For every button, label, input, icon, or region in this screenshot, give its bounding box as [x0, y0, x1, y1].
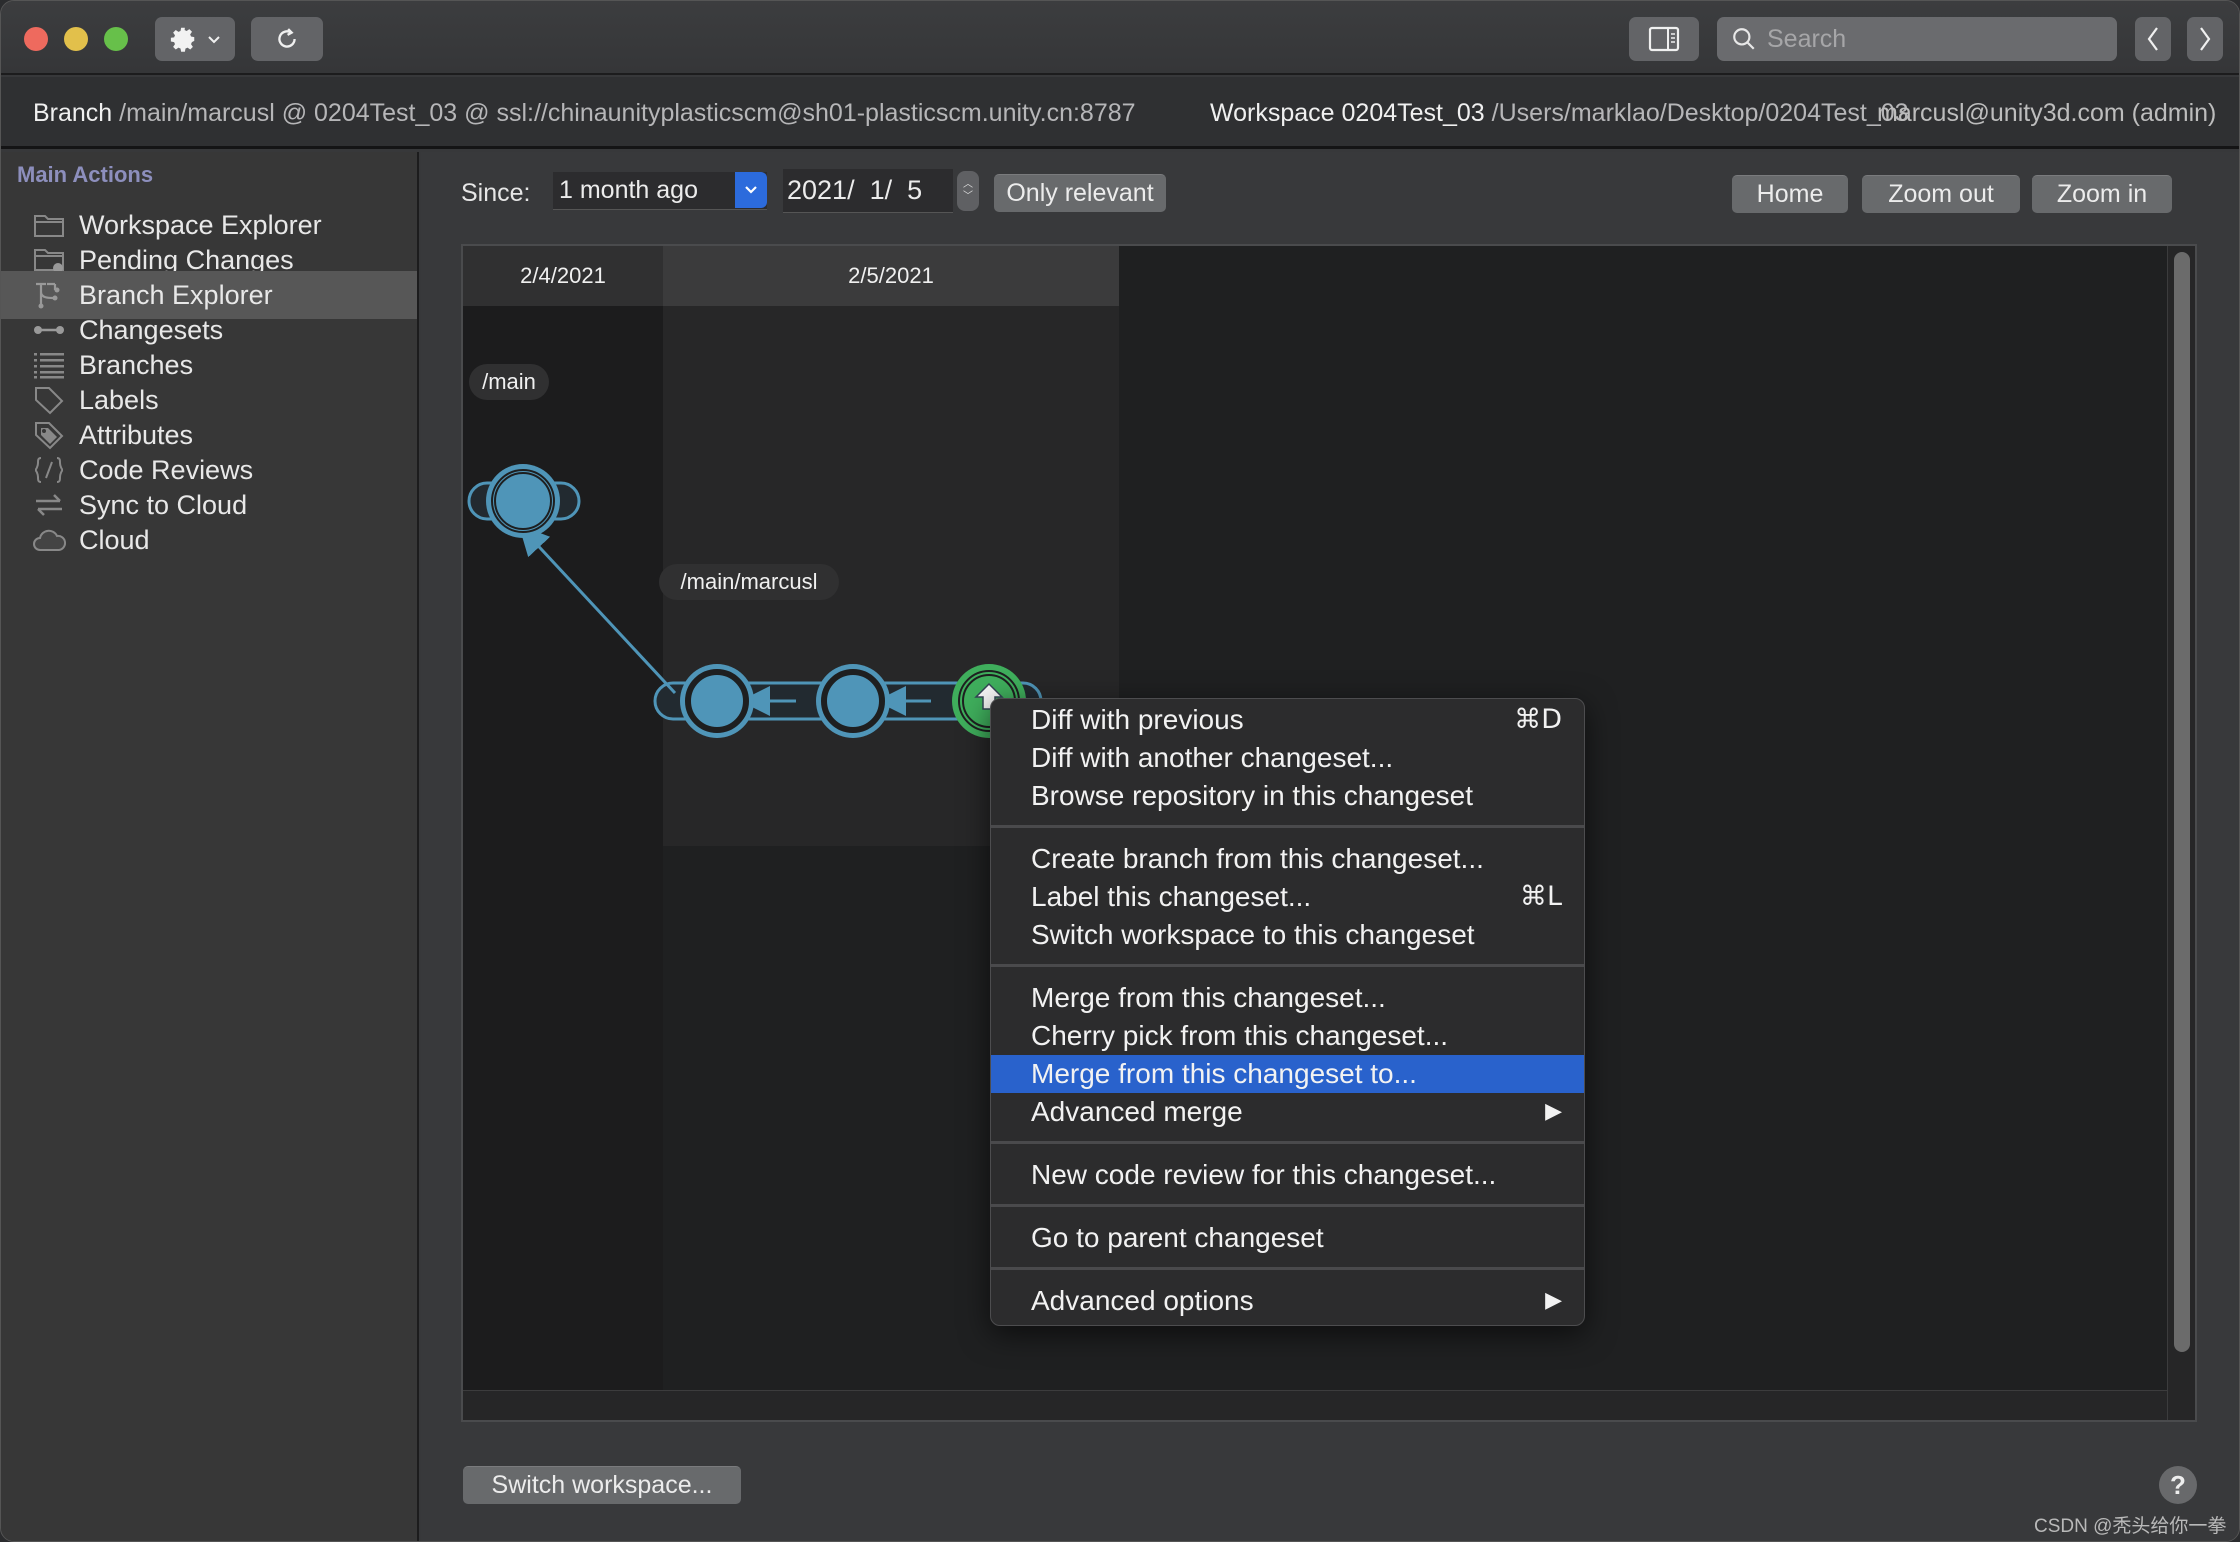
since-label: Since: [461, 179, 531, 207]
search-field[interactable] [1717, 17, 2117, 61]
submenu-arrow-icon: ▶ [1545, 1288, 1562, 1313]
menu-item-cherry-pick[interactable]: Cherry pick from this changeset... [991, 1017, 1584, 1055]
menu-item-label: Browse repository in this changeset [1031, 780, 1473, 811]
menu-item-browse-repository[interactable]: Browse repository in this changeset [991, 777, 1584, 815]
back-button[interactable] [2135, 17, 2171, 61]
menu-separator [991, 1141, 1584, 1144]
stepper-down-icon[interactable]: ﹀ [963, 191, 973, 203]
menu-item-diff-with-previous[interactable]: Diff with previous ⌘D [991, 701, 1584, 739]
watermark: CSDN @秃头给你一拳 [2034, 1516, 2227, 1537]
menu-item-create-branch[interactable]: Create branch from this changeset... [991, 840, 1584, 878]
menu-item-label: Go to parent changeset [1031, 1222, 1324, 1253]
menu-item-label: Label this changeset... [1031, 881, 1312, 912]
gear-icon [170, 27, 195, 52]
menu-item-label: Cherry pick from this changeset... [1031, 1020, 1449, 1051]
menu-item-label: Advanced options [1031, 1285, 1254, 1316]
menu-item-diff-with-another[interactable]: Diff with another changeset... [991, 739, 1584, 777]
close-window-button[interactable] [24, 27, 48, 51]
refresh-icon [278, 28, 296, 48]
vertical-scrollbar-thumb[interactable] [2174, 252, 2190, 1352]
workspace-info: Workspace 0204Test_03 /Users/marklao/Des… [1210, 99, 1909, 128]
menu-item-switch-workspace[interactable]: Switch workspace to this changeset [991, 916, 1584, 954]
menu-item-label-changeset[interactable]: Label this changeset... ⌘L [991, 878, 1584, 916]
branch-info: Branch /main/marcusl @ 0204Test_03 @ ssl… [33, 99, 1136, 128]
menu-separator [991, 1267, 1584, 1270]
user-info: marcusl@unity3d.com (admin) [1877, 99, 2217, 127]
since-date-field[interactable]: 2021/ 1/ 5 [783, 169, 953, 213]
refresh-button[interactable] [251, 17, 323, 61]
cloud-icon [31, 522, 67, 558]
chevron-down-icon [745, 186, 757, 194]
menu-separator [991, 1204, 1584, 1207]
settings-menu-button[interactable] [155, 17, 235, 61]
search-icon [1733, 28, 1755, 50]
sidebar-item-label: Cloud [79, 524, 150, 555]
sidebar-header: Main Actions [17, 162, 154, 187]
menu-item-label: Switch workspace to this changeset [1031, 919, 1475, 950]
title-bar [1, 1, 2239, 75]
menu-item-label: Diff with previous [1031, 704, 1244, 735]
menu-item-label: Advanced merge [1031, 1096, 1243, 1127]
branch-label-main[interactable]: /main [469, 364, 549, 400]
menu-item-merge-from[interactable]: Merge from this changeset... [991, 979, 1584, 1017]
workspace-label: Workspace 0204Test_03 [1210, 99, 1485, 127]
menu-item-new-code-review[interactable]: New code review for this changeset... [991, 1156, 1584, 1194]
workspace-path: /Users/marklao/Desktop/0204Test_03 [1491, 99, 1909, 127]
sidebar-toggle-icon [1648, 26, 1680, 52]
menu-separator [991, 964, 1584, 967]
forward-button[interactable] [2187, 17, 2223, 61]
stepper-up-icon[interactable]: ︿ [963, 179, 973, 191]
switch-workspace-button[interactable]: Switch workspace... [463, 1466, 741, 1504]
changeset-node[interactable] [486, 464, 560, 538]
menu-item-merge-from-to[interactable]: Merge from this changeset to... [991, 1055, 1584, 1093]
chevron-left-icon [2147, 27, 2158, 51]
chevron-right-icon [2200, 27, 2211, 51]
menu-item-advanced-merge[interactable]: Advanced merge ▶ [991, 1093, 1584, 1131]
changeset-node[interactable] [680, 664, 754, 738]
chevron-down-icon [208, 36, 220, 44]
menu-item-label: New code review for this changeset... [1031, 1159, 1497, 1190]
menu-shortcut: ⌘L [1519, 881, 1562, 912]
changeset-node[interactable] [816, 664, 890, 738]
branch-label: Branch [33, 99, 113, 127]
since-dropdown-arrow[interactable] [735, 172, 767, 208]
menu-item-go-to-parent[interactable]: Go to parent changeset [991, 1219, 1584, 1257]
changeset-context-menu: Diff with previous ⌘D Diff with another … [990, 698, 1585, 1326]
menu-item-label: Merge from this changeset to... [1031, 1058, 1417, 1089]
zoom-in-button[interactable]: Zoom in [2032, 175, 2172, 213]
help-button[interactable]: ? [2159, 1466, 2197, 1504]
toggle-panel-button[interactable] [1629, 17, 1699, 61]
menu-shortcut: ⌘D [1514, 704, 1562, 735]
search-input[interactable] [1767, 24, 2107, 54]
maximize-window-button[interactable] [104, 27, 128, 51]
menu-item-label: Merge from this changeset... [1031, 982, 1386, 1013]
submenu-arrow-icon: ▶ [1545, 1099, 1562, 1124]
home-button[interactable]: Home [1732, 175, 1848, 213]
menu-item-label: Create branch from this changeset... [1031, 843, 1484, 874]
menu-item-label: Diff with another changeset... [1031, 742, 1394, 773]
zoom-out-button[interactable]: Zoom out [1862, 175, 2020, 213]
date-stepper[interactable]: ︿ ﹀ [957, 171, 979, 211]
menu-separator [991, 825, 1584, 828]
branch-value: /main/marcusl @ 0204Test_03 @ ssl://chin… [119, 99, 1136, 127]
only-relevant-button[interactable]: Only relevant [994, 174, 1166, 212]
branch-label-marcusl[interactable]: /main/marcusl [659, 564, 839, 600]
sidebar: Main Actions Workspace Explorer Pending … [1, 152, 419, 1541]
branch-parent-link [518, 525, 677, 695]
since-dropdown-value: 1 month ago [559, 176, 698, 204]
menu-item-advanced-options[interactable]: Advanced options ▶ [991, 1282, 1584, 1320]
workspace-info-bar: Branch /main/marcusl @ 0204Test_03 @ ssl… [1, 77, 2239, 149]
sidebar-item-cloud[interactable]: Cloud [1, 516, 417, 564]
app-window: Branch /main/marcusl @ 0204Test_03 @ ssl… [0, 0, 2240, 1542]
horizontal-scrollbar[interactable] [463, 1390, 2167, 1420]
minimize-window-button[interactable] [64, 27, 88, 51]
